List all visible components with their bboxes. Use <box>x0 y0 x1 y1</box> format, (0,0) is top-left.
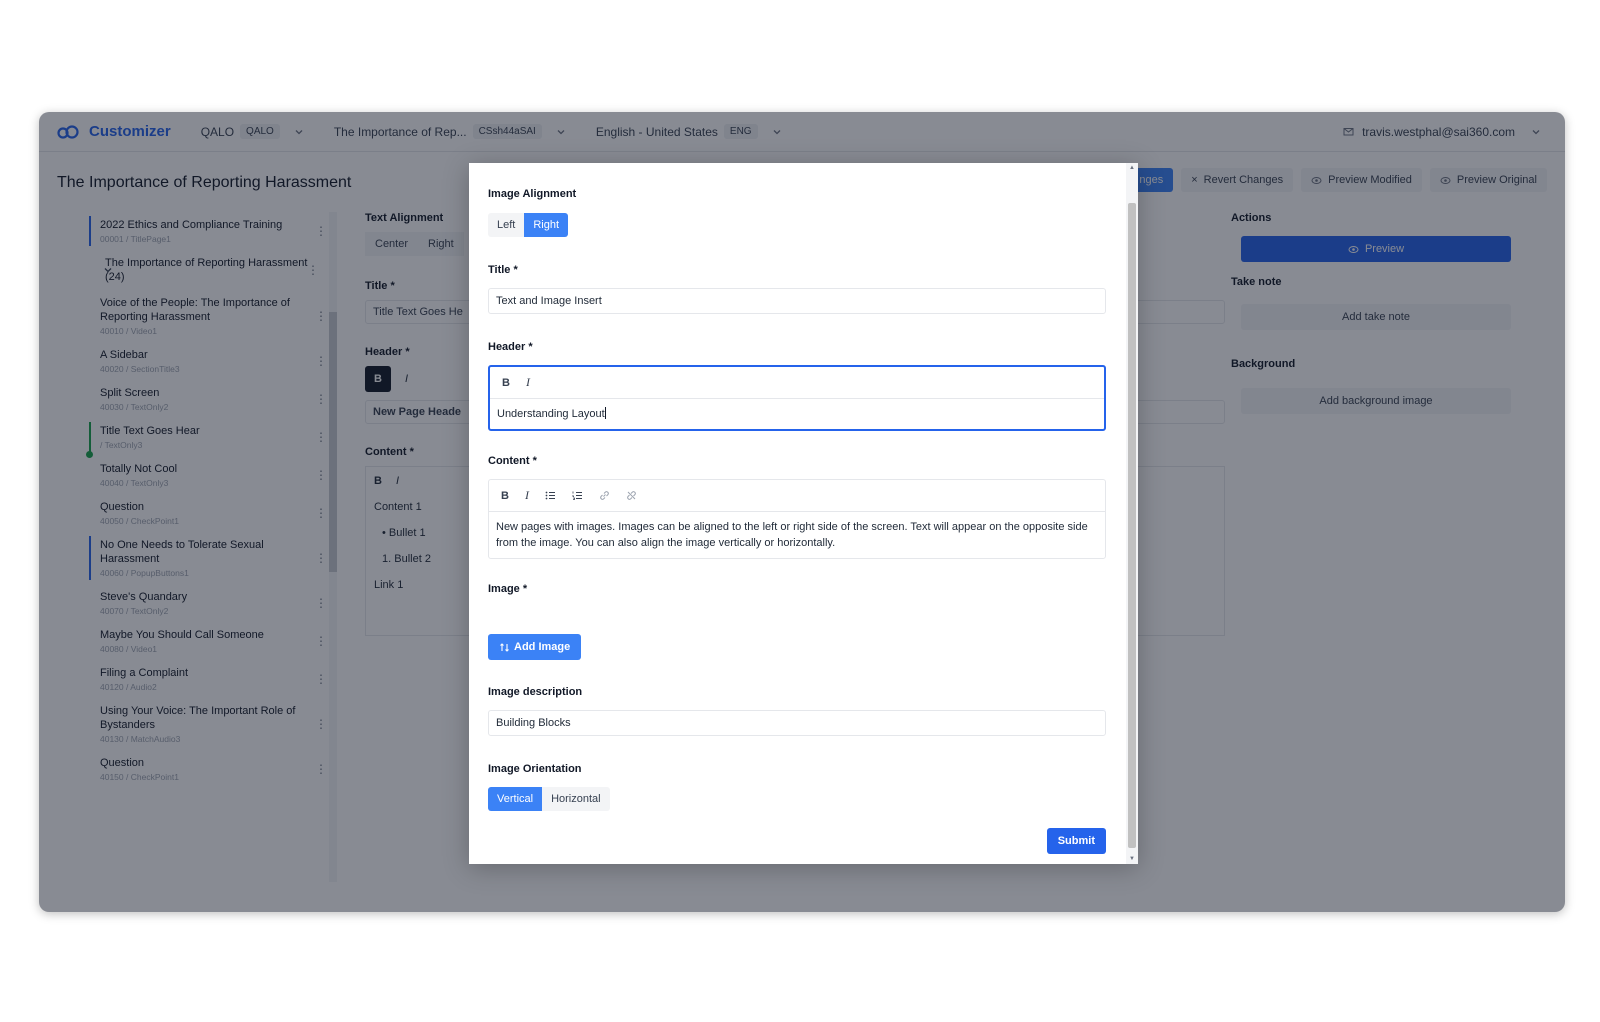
text-cursor <box>604 407 606 419</box>
title-input[interactable]: Text and Image Insert <box>488 288 1106 314</box>
italic-button[interactable]: I <box>525 488 529 503</box>
image-alignment-label: Image Alignment <box>488 188 577 200</box>
orient-horizontal-option[interactable]: Horizontal <box>542 787 610 811</box>
scroll-up-icon[interactable]: ▲ <box>1129 165 1135 171</box>
image-alignment-toggle: Left Right <box>488 213 569 237</box>
image-description-label: Image description <box>488 686 583 698</box>
header-text: Understanding Layout <box>497 408 605 420</box>
bold-button[interactable]: B <box>502 377 510 389</box>
scroll-down-icon[interactable]: ▼ <box>1129 856 1135 862</box>
image-description-input[interactable]: Building Blocks <box>488 710 1106 736</box>
bold-button[interactable]: B <box>501 490 509 502</box>
modal-scrollbar-thumb[interactable] <box>1128 203 1136 848</box>
header-editor[interactable]: B I Understanding Layout <box>488 365 1106 431</box>
image-orientation-toggle: Vertical Horizontal <box>488 787 610 811</box>
link-icon[interactable] <box>599 490 610 501</box>
align-right-option[interactable]: Right <box>524 213 569 237</box>
unlink-icon[interactable] <box>626 490 637 501</box>
header-input[interactable]: Understanding Layout <box>490 399 1104 429</box>
submit-button[interactable]: Submit <box>1046 828 1106 854</box>
numbered-list-icon[interactable] <box>572 490 583 501</box>
orient-vertical-option[interactable]: Vertical <box>488 787 543 811</box>
add-image-label: Add Image <box>514 641 571 653</box>
italic-button[interactable]: I <box>526 375 530 390</box>
title-label: Title * <box>488 264 518 276</box>
edit-page-modal: ▲ ▼ Image Alignment Left Right Title * T… <box>469 163 1138 864</box>
image-label: Image * <box>488 583 528 595</box>
header-toolbar: B I <box>490 367 1104 399</box>
content-label: Content * <box>488 455 537 467</box>
bullet-list-icon[interactable] <box>545 490 556 501</box>
image-orientation-label: Image Orientation <box>488 763 582 775</box>
content-editor[interactable]: B I New pages with images. Images can be… <box>488 479 1106 559</box>
content-toolbar: B I <box>489 480 1105 512</box>
upload-sort-icon <box>500 642 509 652</box>
align-left-option[interactable]: Left <box>488 213 525 237</box>
add-image-button[interactable]: Add Image <box>488 634 582 660</box>
content-input[interactable]: New pages with images. Images can be ali… <box>489 512 1105 558</box>
header-label: Header * <box>488 341 533 353</box>
